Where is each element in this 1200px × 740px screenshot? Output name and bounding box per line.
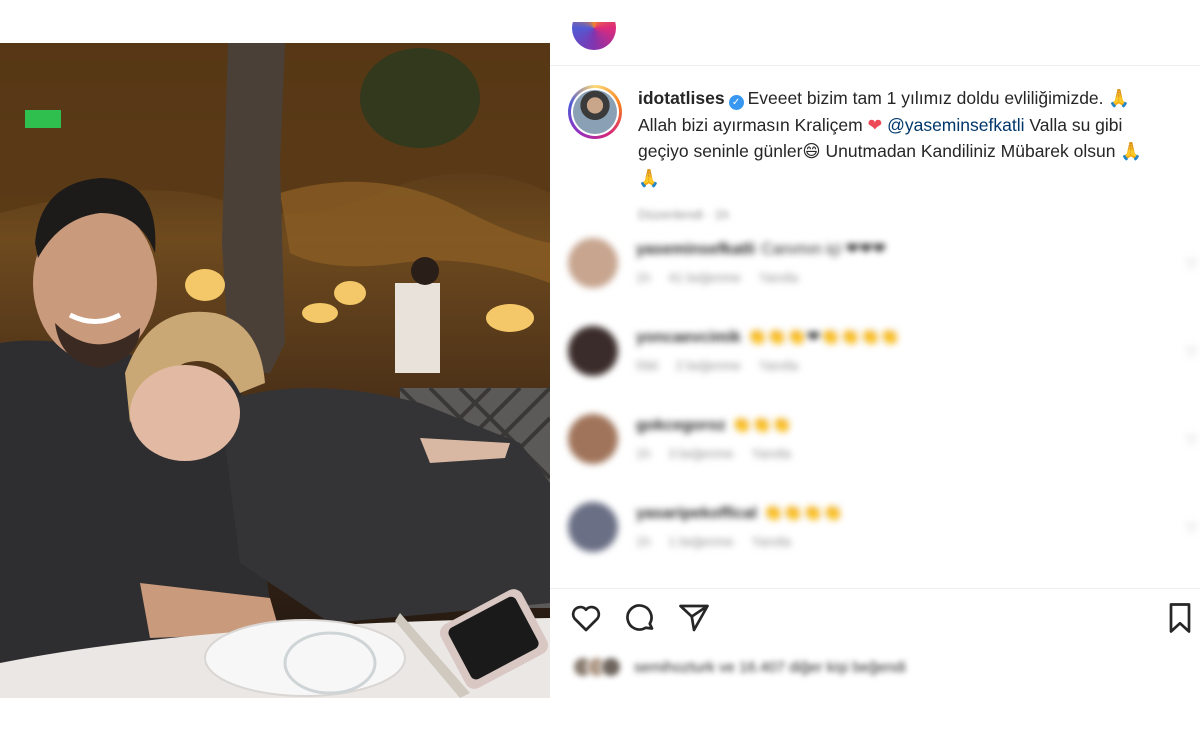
verified-badge-icon: ✓ xyxy=(728,95,744,110)
comment-text: 👏👏👏👏 xyxy=(762,505,843,522)
post-details-panel: idotatlises ✓ Eveeet bizim tam 1 yılımız d… xyxy=(550,0,1200,740)
commenter-username[interactable]: yoncaevcimik xyxy=(636,329,741,346)
comment-reply-button[interactable]: Yanıtla xyxy=(752,534,792,549)
comment-likes[interactable]: 2 beğenme xyxy=(676,358,741,373)
caption-text-1: Eveeet bizim tam 1 yılımız doldu evliliğ… xyxy=(747,88,1104,108)
comment-likes[interactable]: 41 beğenme xyxy=(668,270,740,285)
comment-text: 👏👏👏❤👏👏👏👏 xyxy=(746,329,900,346)
praying-hands-icon: 🙏 xyxy=(1108,89,1131,109)
comment-reply-button[interactable]: Yanıtla xyxy=(759,358,799,373)
comment-likes[interactable]: 3 beğenme xyxy=(668,446,733,461)
liker-avatar xyxy=(600,656,622,678)
comment-like-icon[interactable]: ♡ xyxy=(1185,344,1198,361)
comment-time: 1h xyxy=(636,534,651,549)
like-summary-text: semihozturk ve 16.407 diğer kişi beğendi xyxy=(634,658,906,676)
commenter-avatar[interactable] xyxy=(568,502,618,552)
comment-like-icon[interactable]: ♡ xyxy=(1185,256,1198,273)
divider xyxy=(550,588,1200,589)
comment-text: 👏👏👏 xyxy=(731,417,792,434)
bookmark-icon[interactable] xyxy=(1162,600,1198,636)
caption-timestamp: Düzenlendi · 1h xyxy=(638,207,730,222)
comment-time: 1h xyxy=(636,270,651,285)
previous-avatar-edge xyxy=(572,22,616,52)
heart-outline-icon[interactable] xyxy=(568,600,604,636)
comment-time: 1h xyxy=(636,446,651,461)
comment-likes[interactable]: 1 beğenme xyxy=(668,534,733,549)
comment-text: Canımın içi ❤❤❤ xyxy=(761,241,886,258)
post-photo[interactable] xyxy=(0,43,550,698)
caption-mention-link[interactable]: @yaseminsefkatli xyxy=(887,115,1024,135)
comment-item: yoncaevcimik 👏👏👏❤👏👏👏👏 59d 2 beğenme Yanıtla… xyxy=(568,326,1198,414)
paper-plane-icon[interactable] xyxy=(676,600,712,636)
comment-time: 59d xyxy=(636,358,658,373)
commenter-username[interactable]: yaseminsefkatli xyxy=(636,241,755,258)
divider xyxy=(550,65,1200,66)
smile-emoji-icon: 😄 xyxy=(802,142,821,162)
post-actions-bar xyxy=(568,600,1198,640)
author-avatar-image xyxy=(573,90,617,134)
commenter-username[interactable]: gokcegoroz xyxy=(636,417,726,434)
comment-reply-button[interactable]: Yanıtla xyxy=(752,446,792,461)
comment-item: yasaripekoffical 👏👏👏👏 1h 1 beğenme Yanıtla … xyxy=(568,502,1198,590)
comment-item: yaseminsefkatli Canımın içi ❤❤❤ 1h 41 beğe… xyxy=(568,238,1198,326)
comment-item: gokcegoroz 👏👏👏 1h 3 beğenme Yanıtla ♡ xyxy=(568,414,1198,502)
comment-reply-button[interactable]: Yanıtla xyxy=(759,270,799,285)
photo-illustration xyxy=(0,43,550,698)
author-avatar[interactable] xyxy=(568,85,622,139)
caption-text-4: Unutmadan Kandiliniz Mübarek olsun xyxy=(825,141,1116,161)
commenter-avatar[interactable] xyxy=(568,238,618,288)
post-caption: idotatlises ✓ Eveeet bizim tam 1 yılımız d… xyxy=(568,85,1188,228)
heart-emoji-icon: ❤ xyxy=(867,115,883,135)
comment-like-icon[interactable]: ♡ xyxy=(1185,432,1198,449)
commenter-username[interactable]: yasaripekoffical xyxy=(636,505,757,522)
comments-list: yaseminsefkatli Canımın içi ❤❤❤ 1h 41 beğe… xyxy=(568,238,1198,590)
commenter-avatar[interactable] xyxy=(568,326,618,376)
author-username[interactable]: idotatlises xyxy=(638,88,725,108)
like-summary[interactable]: semihozturk ve 16.407 diğer kişi beğendi xyxy=(572,656,906,678)
comment-bubble-icon[interactable] xyxy=(622,600,658,636)
commenter-avatar[interactable] xyxy=(568,414,618,464)
caption-text-2: Allah bizi ayırmasın Kraliçem xyxy=(638,115,863,135)
comment-like-icon[interactable]: ♡ xyxy=(1185,520,1198,537)
